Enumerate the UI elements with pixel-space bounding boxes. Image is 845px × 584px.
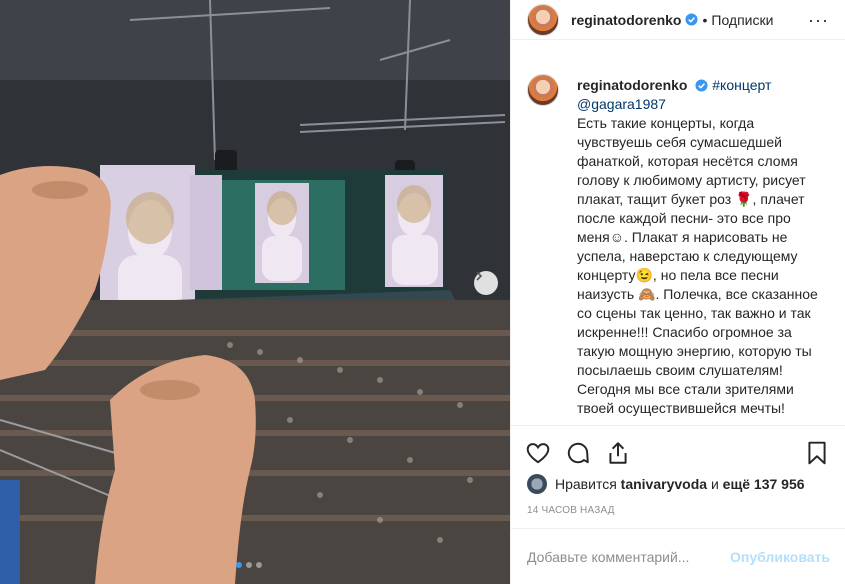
carousel-dot	[236, 562, 242, 568]
mention-link[interactable]: @gagara1987	[577, 96, 666, 112]
verified-badge-icon	[695, 79, 708, 92]
publish-button[interactable]: Опубликовать	[730, 549, 830, 565]
add-comment-bar: Опубликовать	[511, 528, 845, 584]
caption-body: reginatodorenko #концерт @gagara1987 Ест…	[577, 76, 827, 420]
share-icon[interactable]	[605, 440, 631, 466]
caption-avatar[interactable]	[527, 74, 559, 106]
post-actions	[511, 425, 845, 465]
carousel-dot	[256, 562, 262, 568]
post-side-panel: reginatodorenko • Подписки ··· reginatod…	[510, 0, 845, 584]
caption-username[interactable]: reginatodorenko	[577, 77, 687, 93]
more-options-icon[interactable]: ···	[808, 11, 829, 29]
likes-count[interactable]: ещё 137 956	[723, 476, 805, 492]
post-caption: reginatodorenko #концерт @gagara1987 Ест…	[527, 56, 830, 420]
carousel-dot	[246, 562, 252, 568]
header-separator: •	[702, 11, 708, 28]
following-button[interactable]: Подписки	[711, 12, 773, 28]
carousel-next-button[interactable]	[474, 271, 498, 295]
post-timestamp[interactable]: 14 ЧАСОВ НАЗАД	[527, 505, 615, 516]
likes-summary: Нравится tanivaryvoda и ещё 137 956	[527, 474, 805, 494]
caption-text: Есть такие концерты, когда чувствуешь се…	[577, 115, 818, 420]
verified-badge-icon	[685, 13, 699, 26]
hashtag-link[interactable]: #концерт	[712, 77, 771, 93]
carousel-indicator	[236, 562, 262, 568]
post-photo[interactable]	[0, 0, 510, 584]
chevron-right-icon	[476, 271, 483, 281]
comment-icon[interactable]	[565, 440, 591, 466]
likes-prefix: Нравится	[555, 476, 617, 492]
concert-photo-illustration	[0, 0, 510, 584]
liker-username[interactable]: tanivaryvoda	[621, 476, 707, 492]
post-header: reginatodorenko • Подписки ···	[511, 0, 845, 40]
comment-input[interactable]	[527, 548, 731, 565]
likes-conjunction: и	[710, 476, 719, 492]
author-avatar[interactable]	[527, 3, 559, 36]
author-username[interactable]: reginatodorenko	[571, 12, 681, 28]
bookmark-icon[interactable]	[804, 440, 830, 466]
comments-section[interactable]: reginatodorenko #концерт @gagara1987 Ест…	[511, 56, 845, 420]
liker-avatar[interactable]	[527, 474, 547, 494]
like-heart-icon[interactable]	[525, 440, 551, 466]
